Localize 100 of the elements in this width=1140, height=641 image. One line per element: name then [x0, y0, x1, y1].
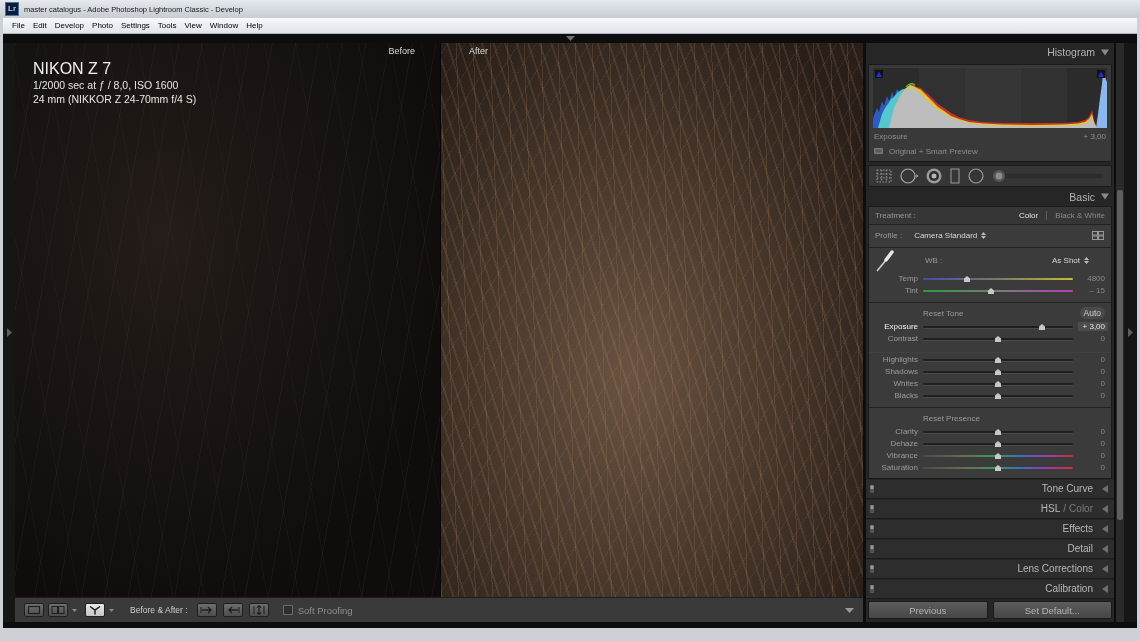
panel-title[interactable]: Detail — [1067, 543, 1093, 555]
slider-track[interactable] — [923, 393, 1073, 399]
treatment-option[interactable]: Black & White — [1055, 211, 1105, 220]
collapse-triangle-icon[interactable] — [1101, 193, 1109, 201]
eyedropper-icon[interactable] — [875, 250, 895, 272]
expand-triangle-icon[interactable] — [1102, 485, 1108, 493]
expand-triangle-icon[interactable] — [1102, 525, 1108, 533]
menu-item[interactable]: Settings — [116, 21, 154, 30]
knob-slider-icon[interactable] — [992, 169, 1104, 183]
slider-thumb[interactable] — [1038, 324, 1045, 330]
menu-item[interactable]: Develop — [50, 21, 89, 30]
grid-icon[interactable] — [1092, 231, 1104, 241]
panel-title[interactable]: Lens Corrections — [1017, 563, 1093, 575]
panel-toggle-icon[interactable] — [565, 36, 575, 41]
before-after-view-button[interactable] — [85, 603, 105, 617]
reset-presence-label[interactable]: Reset Presence — [923, 414, 1073, 423]
view-label: After — [469, 46, 488, 56]
panel-switch-icon[interactable] — [870, 545, 874, 553]
slider-label: Highlights — [881, 355, 918, 365]
preview-status: Original + Smart Preview — [889, 146, 978, 156]
slider-thumb[interactable] — [995, 381, 1001, 387]
shadow-clipping-icon[interactable] — [875, 69, 883, 78]
slider-thumb[interactable] — [995, 369, 1001, 375]
auto-button[interactable]: Auto — [1079, 307, 1105, 320]
split-view-icon — [51, 605, 65, 615]
panel-title[interactable]: Basic — [1069, 190, 1095, 203]
menu-item[interactable]: Edit — [28, 21, 51, 30]
dashed-grid-icon[interactable] — [876, 169, 892, 183]
target-icon[interactable] — [926, 168, 942, 184]
panel-switch-icon[interactable] — [870, 565, 874, 573]
slider-track[interactable] — [923, 336, 1073, 342]
slider-track[interactable] — [923, 357, 1073, 363]
copy-before-to-after-button[interactable] — [196, 603, 217, 617]
collapse-triangle-icon[interactable] — [1101, 48, 1109, 56]
menu-item[interactable]: Help — [242, 21, 267, 30]
panel-tab[interactable]: HSL — [1040, 503, 1061, 515]
menu-item[interactable]: View — [180, 21, 206, 30]
panel-switch-icon[interactable] — [870, 525, 874, 533]
scrollbar-thumb[interactable] — [1117, 190, 1123, 520]
slider-thumb[interactable] — [995, 429, 1001, 435]
y-shape-icon — [88, 605, 102, 615]
expand-triangle-icon[interactable] — [1102, 565, 1108, 573]
slider-track[interactable] — [923, 324, 1073, 330]
slider-label: Temp — [897, 274, 918, 284]
slider-thumb[interactable] — [963, 276, 970, 282]
slider-thumb[interactable] — [995, 336, 1001, 342]
app-logo: Lr — [5, 2, 19, 16]
rectangle-icon — [27, 605, 41, 615]
slider-thumb[interactable] — [995, 393, 1001, 399]
panel-switch-icon[interactable] — [870, 485, 874, 493]
slider-track[interactable] — [923, 369, 1073, 375]
panel-title[interactable]: Effects — [1062, 523, 1093, 535]
panel-title[interactable]: Histogram — [1047, 46, 1095, 59]
panel-switch-icon[interactable] — [870, 585, 874, 593]
copy-after-to-before-button[interactable] — [222, 603, 243, 617]
expand-triangle-icon[interactable] — [1102, 585, 1108, 593]
reset-tone-label[interactable]: Reset Tone — [923, 309, 1073, 318]
slider-label: Vibrance — [885, 451, 918, 461]
profile-dropdown[interactable]: Camera Standard — [914, 231, 987, 241]
slider-thumb[interactable] — [987, 288, 994, 294]
wb-preset-dropdown[interactable]: As Shot — [1052, 256, 1089, 266]
dropdown-caret-icon[interactable] — [845, 607, 854, 613]
checkbox[interactable] — [282, 605, 293, 615]
panel-toggle-icon[interactable] — [6, 328, 12, 337]
panel-switch-icon[interactable] — [870, 505, 874, 513]
loupe-view-button[interactable] — [24, 603, 44, 617]
soft-proofing-label[interactable]: Soft Proofing — [297, 604, 353, 616]
highlight-clipping-icon[interactable] — [1097, 69, 1105, 78]
menu-item[interactable]: Photo — [88, 21, 117, 30]
expand-triangle-icon[interactable] — [1102, 505, 1108, 513]
swap-button[interactable] — [248, 603, 269, 617]
panel-title[interactable]: Tone Curve — [1041, 483, 1093, 495]
slider-label: Clarity — [894, 427, 918, 437]
slider-thumb[interactable] — [995, 441, 1001, 447]
menu-item[interactable]: Window — [205, 21, 243, 30]
slider-track[interactable] — [923, 441, 1073, 447]
slider-thumb[interactable] — [995, 465, 1001, 471]
slider-value[interactable]: + 3,00 — [1078, 322, 1108, 332]
rectangle-icon[interactable] — [950, 168, 960, 184]
panel-toggle-icon[interactable] — [1128, 328, 1133, 337]
treatment-option[interactable]: Color — [1019, 211, 1039, 220]
treatment-label: Treatment : — [875, 211, 916, 220]
exposure-label: Exposure — [874, 131, 908, 141]
slider-thumb[interactable] — [995, 453, 1001, 459]
slider-thumb[interactable] — [995, 357, 1001, 363]
circle-icon[interactable] — [968, 168, 984, 184]
caret-icon[interactable] — [109, 608, 114, 612]
slider-label: Whites — [892, 379, 918, 389]
updown-arrows-icon — [1084, 257, 1089, 265]
panel-button[interactable]: Previous — [868, 601, 988, 619]
menu-item[interactable]: File — [8, 21, 29, 30]
panel-title[interactable]: Calibration — [1045, 583, 1093, 595]
slider-track[interactable] — [923, 429, 1073, 435]
panel-button[interactable]: Set Default... — [992, 601, 1112, 619]
slider-track[interactable] — [923, 381, 1073, 387]
scrollbar[interactable] — [1116, 43, 1124, 622]
menu-item[interactable]: Tools — [153, 21, 181, 30]
before-after-label: Before & After : — [130, 605, 188, 615]
expand-triangle-icon[interactable] — [1102, 545, 1108, 553]
caret-icon[interactable] — [72, 608, 77, 612]
